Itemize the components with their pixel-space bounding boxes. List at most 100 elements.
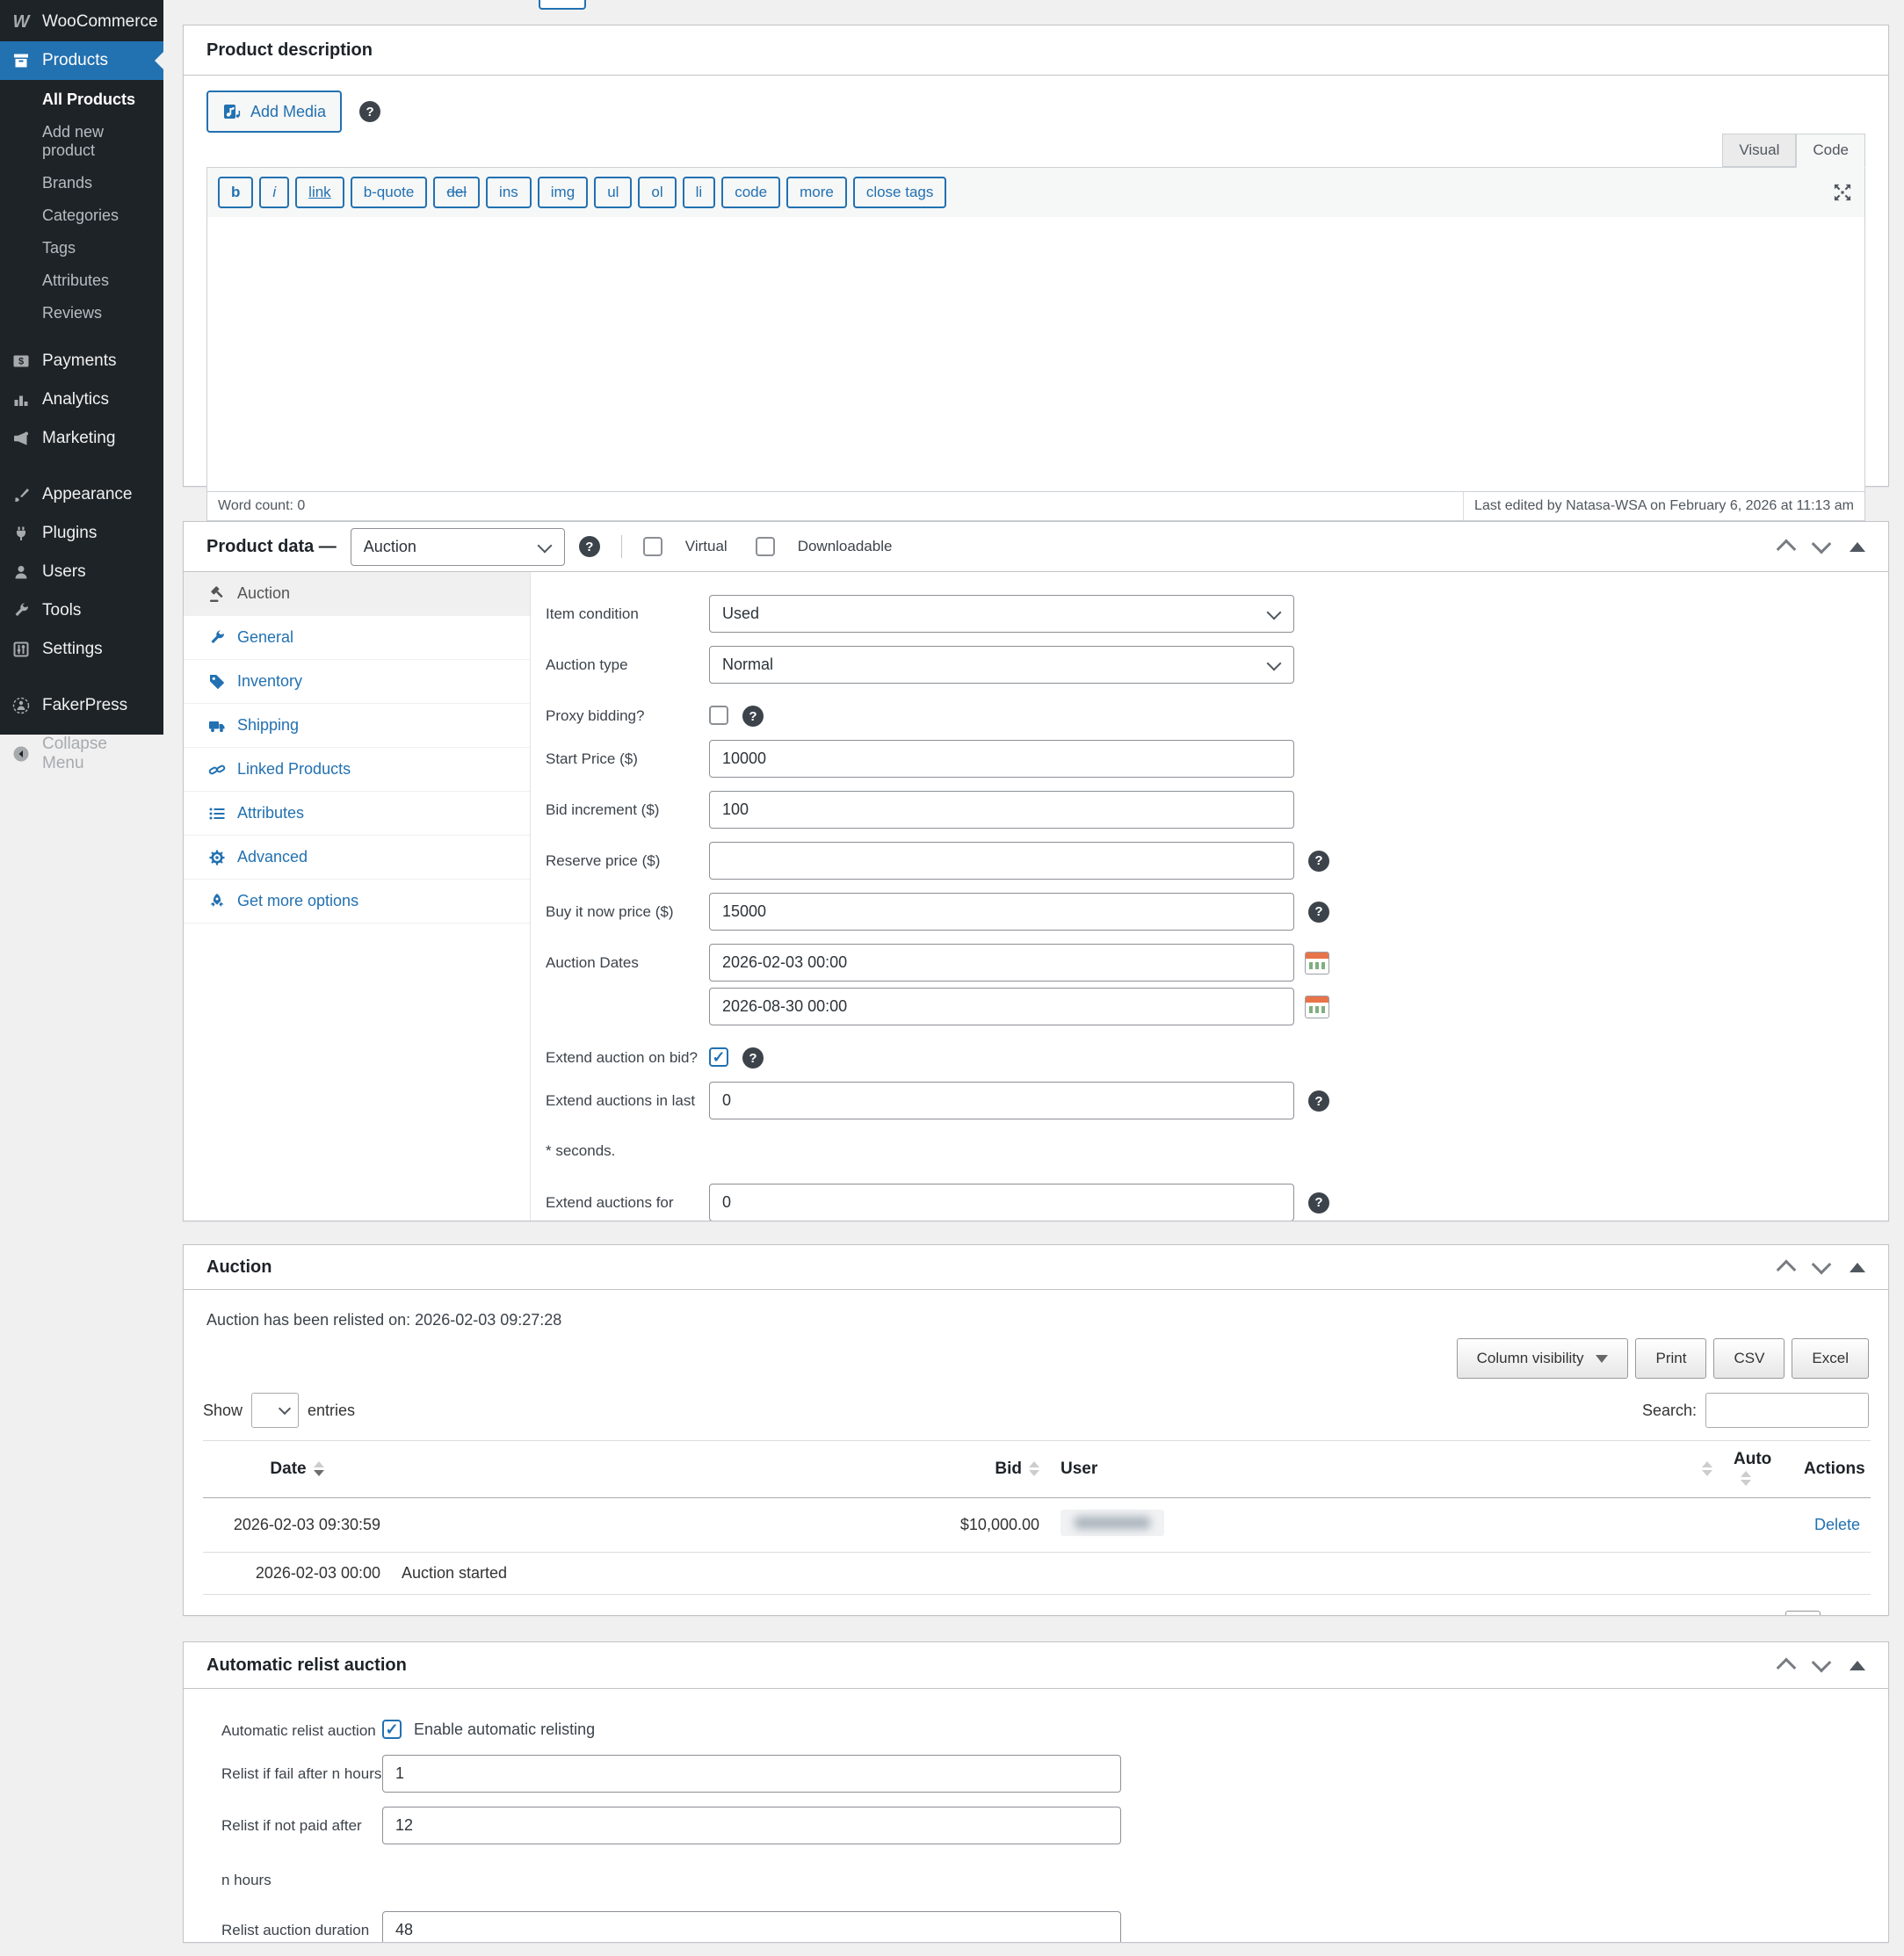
page-length-select[interactable] [251,1393,300,1428]
help-icon[interactable]: ? [359,101,381,122]
relist-notpaid-input[interactable] [382,1807,1121,1845]
virtual-checkbox[interactable] [642,537,662,556]
item-condition-select[interactable]: Used [709,595,1294,633]
qt-italic-button[interactable]: i [259,177,290,208]
search-input[interactable] [1705,1393,1869,1428]
auction-end-date-input[interactable] [709,988,1294,1025]
help-icon[interactable]: ? [1308,1192,1329,1213]
delete-link[interactable]: Delete [1814,1516,1860,1533]
toggle-panel-icon[interactable] [1850,1262,1865,1272]
auction-start-date-input[interactable] [709,944,1294,982]
sidebar-item-analytics[interactable]: Analytics [0,380,163,419]
proxy-bidding-checkbox[interactable] [709,706,728,725]
help-icon[interactable]: ? [742,1047,764,1069]
relist-duration-input[interactable] [382,1911,1121,1942]
tab-advanced[interactable]: Advanced [184,836,530,880]
column-header-unnamed[interactable] [1674,1440,1723,1498]
bid-increment-input[interactable] [709,791,1294,829]
sidebar-item-collapse-menu[interactable]: Collapse Menu [0,725,163,783]
toggle-panel-icon[interactable] [1850,541,1865,552]
column-header-auto[interactable]: Auto [1723,1440,1793,1498]
move-down-icon[interactable] [1811,1254,1832,1275]
move-down-icon[interactable] [1811,1652,1832,1673]
submenu-categories[interactable]: Categories [0,199,163,232]
excel-button[interactable]: Excel [1792,1338,1869,1379]
help-icon[interactable]: ? [1308,901,1329,923]
tab-get-more-options[interactable]: Get more options [184,880,530,924]
tab-code[interactable]: Code [1796,134,1865,168]
column-header-user[interactable]: User [1050,1440,1674,1498]
calendar-icon[interactable] [1305,995,1329,1018]
column-header-bid[interactable]: Bid [602,1440,1050,1498]
qt-li-button[interactable]: li [682,177,716,208]
auction-type-select[interactable]: Normal [709,646,1294,684]
qt-link-button[interactable]: link [295,177,344,208]
sidebar-item-users[interactable]: Users [0,553,163,591]
move-up-icon[interactable] [1776,539,1797,560]
qt-more-button[interactable]: more [786,177,847,208]
sidebar-item-plugins[interactable]: Plugins [0,514,163,553]
add-media-button[interactable]: Add Media [206,91,343,133]
help-icon[interactable]: ? [1308,1090,1329,1112]
tab-visual[interactable]: Visual [1722,134,1797,167]
tab-attributes[interactable]: Attributes [184,792,530,836]
sidebar-item-tools[interactable]: Tools [0,591,163,630]
submenu-brands[interactable]: Brands [0,167,163,199]
sidebar-item-settings[interactable]: Settings [0,630,163,669]
reserve-price-input[interactable] [709,842,1294,880]
move-up-icon[interactable] [1776,1259,1797,1280]
enable-relisting-checkbox[interactable]: ✓ [382,1720,402,1740]
toggle-panel-icon[interactable] [1850,1660,1865,1670]
move-up-icon[interactable] [1776,1657,1797,1678]
downloadable-checkbox[interactable] [755,537,775,556]
extend-for-input[interactable] [709,1183,1294,1221]
tab-linked-products[interactable]: Linked Products [184,748,530,792]
extend-last-input[interactable] [709,1082,1294,1119]
sort-icon [1702,1461,1712,1477]
editor-textarea[interactable] [207,217,1864,491]
sidebar-item-payments[interactable]: $ Payments [0,342,163,380]
submenu-attributes[interactable]: Attributes [0,264,163,297]
qt-bquote-button[interactable]: b-quote [350,177,428,208]
tab-shipping[interactable]: Shipping [184,704,530,748]
sidebar-item-fakerpress[interactable]: FakerPress [0,686,163,725]
partial-button-top[interactable] [539,0,586,10]
qt-del-button[interactable]: del [433,177,481,208]
buy-it-now-input[interactable] [709,893,1294,931]
tab-general[interactable]: General [184,616,530,660]
qt-code-button[interactable]: code [721,177,781,208]
actions-cell [1793,1552,1871,1595]
sidebar-item-woocommerce[interactable]: W WooCommerce [0,0,163,41]
sidebar-item-products[interactable]: Products [0,41,163,80]
relist-fail-input[interactable] [382,1755,1121,1793]
submenu-all-products[interactable]: All Products [0,83,163,116]
qt-bold-button[interactable]: b [218,177,254,208]
current-page-button[interactable]: 1 [1785,1611,1821,1615]
sidebar-item-marketing[interactable]: Marketing [0,419,163,458]
start-price-input[interactable] [709,740,1294,778]
column-visibility-button[interactable]: Column visibility [1456,1338,1629,1379]
tab-auction[interactable]: Auction [184,572,530,616]
calendar-icon[interactable] [1305,951,1329,974]
submenu-add-new-product[interactable]: Add new product [0,116,163,167]
help-icon[interactable]: ? [742,706,764,727]
tab-inventory[interactable]: Inventory [184,660,530,704]
print-button[interactable]: Print [1635,1338,1707,1379]
submenu-tags[interactable]: Tags [0,232,163,264]
help-icon[interactable]: ? [578,536,600,557]
qt-closetags-button[interactable]: close tags [852,177,947,208]
qt-img-button[interactable]: img [537,177,589,208]
extend-on-bid-checkbox[interactable]: ✓ [709,1047,728,1067]
fullscreen-expand-icon[interactable] [1831,181,1854,204]
column-header-date[interactable]: Date [203,1440,391,1498]
product-type-select[interactable]: Auction [350,527,565,566]
qt-ol-button[interactable]: ol [638,177,677,208]
qt-ul-button[interactable]: ul [594,177,633,208]
header-label: User [1061,1460,1098,1478]
help-icon[interactable]: ? [1308,850,1329,872]
qt-ins-button[interactable]: ins [486,177,532,208]
sidebar-item-appearance[interactable]: Appearance [0,475,163,514]
submenu-reviews[interactable]: Reviews [0,297,163,330]
csv-button[interactable]: CSV [1713,1338,1785,1379]
move-down-icon[interactable] [1811,533,1832,554]
